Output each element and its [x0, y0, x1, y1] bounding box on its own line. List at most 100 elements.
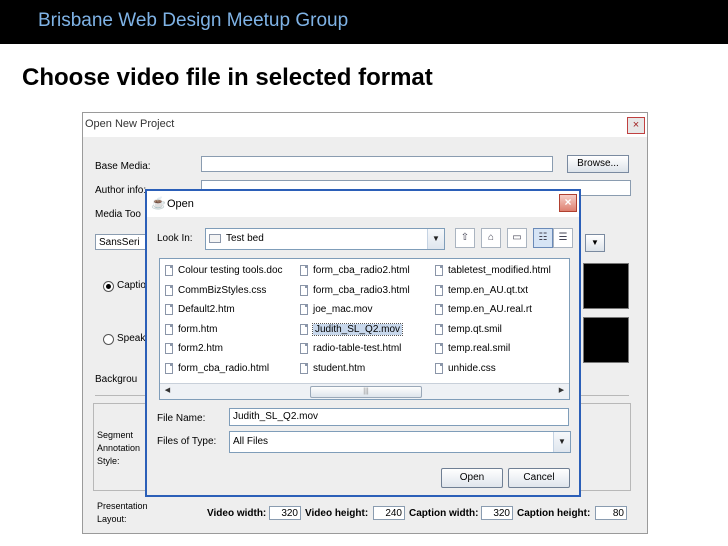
slide-header-text: Brisbane Web Design Meetup Group — [38, 10, 349, 31]
slide-title: Choose video file in selected format — [22, 64, 433, 91]
file-icon — [165, 362, 173, 374]
speaker-color-swatch[interactable] — [583, 317, 629, 363]
look-in-label: Look In: — [157, 233, 193, 244]
cancel-button[interactable]: Cancel — [508, 468, 570, 488]
base-media-field[interactable] — [201, 156, 553, 172]
home-icon[interactable]: ⌂ — [481, 228, 501, 248]
caption-width-label: Caption width: — [409, 508, 479, 519]
base-media-label: Base Media: — [95, 161, 151, 172]
caption-radio[interactable] — [103, 281, 114, 292]
file-icon — [435, 265, 443, 276]
caption-color-swatch[interactable] — [583, 263, 629, 309]
file-list-item[interactable]: CommBizStyles.css — [164, 283, 299, 299]
file-list-item[interactable]: radio-table-test.html — [299, 341, 434, 357]
file-name: Colour testing tools.doc — [178, 265, 283, 276]
file-list-item[interactable]: temp.real.smil — [434, 341, 569, 357]
slide-header-bar: Brisbane Web Design Meetup Group — [0, 0, 728, 44]
file-name: unhide.css — [448, 362, 496, 374]
caption-width-field[interactable]: 320 — [481, 506, 513, 520]
file-list[interactable]: Colour testing tools.doc CommBizStyles.cs… — [159, 258, 570, 400]
video-width-label: Video width: — [207, 508, 267, 519]
video-height-label: Video height: — [305, 508, 369, 519]
open-dialog-titlebar: ☕ Open × — [147, 191, 579, 217]
file-list-item[interactable]: unhide.css — [434, 361, 569, 377]
project-dialog-close-button[interactable]: × — [627, 117, 645, 134]
file-list-item[interactable]: joe_mac.mov — [299, 302, 434, 318]
file-list-item[interactable]: Judith_SL_Q2.mov — [299, 322, 434, 338]
file-icon — [300, 323, 308, 335]
file-list-item[interactable]: temp.en_AU.real.rt — [434, 302, 569, 318]
file-list-item[interactable]: Colour testing tools.doc — [164, 263, 299, 279]
style-label: Style: — [97, 456, 120, 466]
up-folder-icon[interactable]: ⇧ — [455, 228, 475, 248]
file-name: joe_mac.mov — [313, 304, 373, 315]
file-icon — [165, 304, 173, 315]
file-name: tabletest_modified.html — [448, 265, 551, 276]
chevron-down-icon: ▼ — [553, 432, 570, 452]
file-list-item[interactable]: form_cba_radio3.html — [299, 283, 434, 299]
file-icon — [165, 323, 173, 335]
file-list-item[interactable]: Default2.htm — [164, 302, 299, 318]
list-view-icon[interactable]: ☷ — [533, 228, 553, 248]
video-width-field[interactable]: 320 — [269, 506, 301, 520]
horizontal-scrollbar[interactable]: ◀ ||| ▶ — [160, 383, 569, 399]
background-label: Backgrou — [95, 374, 138, 385]
details-view-icon[interactable]: ☰ — [553, 228, 573, 248]
file-icon — [300, 304, 308, 315]
file-name: student.htm — [313, 362, 366, 374]
open-button[interactable]: Open — [441, 468, 503, 488]
file-list-item[interactable]: form_cba_radio.html — [164, 361, 299, 377]
layout-label: Layout: — [97, 514, 127, 524]
file-name: Default2.htm — [178, 304, 235, 315]
files-of-type-combo[interactable]: All Files ▼ — [229, 431, 571, 453]
file-name: radio-table-test.html — [313, 343, 402, 354]
file-icon — [435, 362, 443, 374]
file-list-item[interactable]: temp.qt.smil — [434, 322, 569, 338]
file-name: CommBizStyles.css — [178, 284, 267, 296]
file-icon — [435, 284, 443, 296]
file-name: form_cba_radio2.html — [313, 265, 410, 276]
file-name: form_cba_radio3.html — [313, 284, 410, 296]
font-combo[interactable]: SansSeri — [95, 234, 147, 250]
folder-icon — [209, 234, 221, 243]
open-file-dialog: ☕ Open × Look In: Test bed ▼ ⇧ ⌂ ▭ ☷ ☰ C… — [145, 189, 581, 497]
file-icon — [435, 304, 443, 315]
file-list-item[interactable]: form.htm — [164, 322, 299, 338]
scrollbar-thumb[interactable]: ||| — [310, 386, 422, 398]
file-name-input[interactable]: Judith_SL_Q2.mov — [229, 408, 569, 426]
new-folder-icon[interactable]: ▭ — [507, 228, 527, 248]
java-cup-icon: ☕ — [151, 196, 166, 210]
segment-label: Segment — [97, 430, 134, 440]
browse-button[interactable]: Browse... — [567, 155, 629, 173]
look-in-value: Test bed — [226, 233, 264, 244]
presentation-label: Presentation — [97, 501, 148, 511]
file-name: form2.htm — [178, 343, 224, 354]
file-name: Judith_SL_Q2.mov — [311, 322, 404, 336]
video-height-field[interactable]: 240 — [373, 506, 405, 520]
file-list-item[interactable]: temp.en_AU.qt.txt — [434, 283, 569, 299]
file-name: temp.qt.smil — [448, 323, 502, 335]
file-icon — [165, 265, 173, 276]
file-icon — [300, 284, 308, 296]
file-list-item[interactable]: form_cba_radio2.html — [299, 263, 434, 279]
open-dialog-close-button[interactable]: × — [559, 194, 577, 212]
file-icon — [165, 284, 173, 296]
file-name-label: File Name: — [157, 413, 206, 424]
file-list-item[interactable]: student.htm — [299, 361, 434, 377]
look-in-combo[interactable]: Test bed ▼ — [205, 228, 445, 250]
scroll-left-icon[interactable]: ◀ — [161, 385, 174, 397]
file-name: form_cba_radio.html — [178, 362, 270, 374]
scroll-right-icon[interactable]: ▶ — [555, 385, 568, 397]
font-size-dropdown-arrow[interactable]: ▼ — [585, 234, 605, 252]
caption-height-field[interactable]: 80 — [595, 506, 627, 520]
file-name: temp.en_AU.real.rt — [448, 304, 532, 315]
file-icon — [300, 362, 308, 374]
files-of-type-value: All Files — [233, 436, 269, 447]
caption-height-label: Caption height: — [517, 508, 591, 519]
file-list-item[interactable]: tabletest_modified.html — [434, 263, 569, 279]
file-list-item[interactable]: form2.htm — [164, 341, 299, 357]
open-dialog-title: Open — [167, 198, 194, 210]
speaker-radio[interactable] — [103, 334, 114, 345]
author-info-label: Author info: — [95, 185, 147, 196]
file-name: temp.en_AU.qt.txt — [448, 284, 529, 296]
